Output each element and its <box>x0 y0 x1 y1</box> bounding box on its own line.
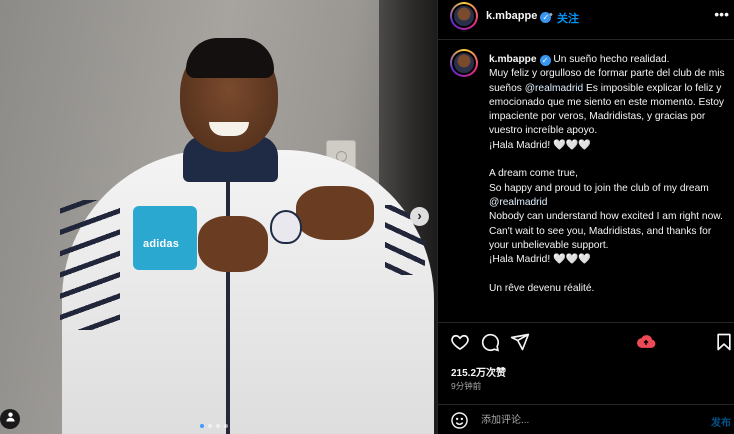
author-username[interactable]: k.mbappe ✓ <box>486 10 552 23</box>
post-timestamp: 9分钟前 <box>451 381 482 391</box>
carousel-next-button[interactable]: › <box>410 207 429 226</box>
share-icon[interactable] <box>510 332 532 354</box>
carousel-dot <box>216 424 220 428</box>
caption-line: Nobody can understand how excited I am r… <box>489 211 723 223</box>
carousel-dots <box>200 424 228 428</box>
photo-jacket-stripes-left <box>60 200 120 330</box>
caption-line: Can't wait to see you, Madridistas, and … <box>489 225 712 251</box>
mention-link[interactable]: @realmadrid <box>525 83 583 94</box>
photo-left-hand <box>198 216 268 272</box>
emoji-icon[interactable] <box>450 411 469 430</box>
likes-count[interactable]: 215.2万次赞 <box>451 364 506 379</box>
more-options-icon[interactable]: ••• <box>714 6 729 22</box>
caption-area: k.mbappe ✓ Un sueño hecho realidad. Muy f… <box>438 41 734 323</box>
caption-line: So happy and proud to join the club of m… <box>489 182 709 194</box>
caption-line: ¡Hala Madrid! 🤍🤍🤍 <box>489 254 592 266</box>
post-photo[interactable]: adidas › <box>0 0 437 434</box>
photo-right-hand <box>296 186 374 240</box>
caption-line: Un sueño hecho realidad. <box>553 54 670 65</box>
caption-text: k.mbappe ✓ Un sueño hecho realidad. Muy f… <box>489 53 725 296</box>
post-header: k.mbappe ✓ • 关注 ••• <box>438 0 734 40</box>
comment-icon[interactable] <box>480 332 502 354</box>
author-avatar[interactable] <box>450 2 478 30</box>
caption-author-avatar[interactable] <box>450 49 478 77</box>
user-tag-icon[interactable] <box>0 409 20 429</box>
caption-verified-badge-icon: ✓ <box>539 55 551 66</box>
comment-bar: 发布 <box>438 404 734 434</box>
action-bar <box>438 330 734 358</box>
caption-blank <box>489 267 725 281</box>
share-alert-icon[interactable] <box>636 332 658 354</box>
caption-line: Un rêve devenu réalité. <box>489 282 595 294</box>
heart-icon[interactable] <box>450 332 472 354</box>
caption-username[interactable]: k.mbappe <box>489 54 537 65</box>
bookmark-icon[interactable] <box>714 332 734 354</box>
photo-hair <box>186 38 274 78</box>
post-details-pane: k.mbappe ✓ • 关注 ••• k.mbappe ✓ Un sueño he… <box>437 0 734 434</box>
caption-blank <box>489 153 725 167</box>
carousel-dot <box>224 424 228 428</box>
header-separator: • <box>549 9 553 21</box>
mention-link[interactable]: @realmadrid <box>489 196 725 210</box>
follow-button[interactable]: 关注 <box>557 10 579 26</box>
author-username-text[interactable]: k.mbappe <box>486 10 537 22</box>
comment-input[interactable] <box>481 412 691 428</box>
post-comment-button[interactable]: 发布 <box>711 414 731 429</box>
carousel-dot <box>200 424 204 428</box>
caption-line: ¡Hala Madrid! 🤍🤍🤍 <box>489 139 592 151</box>
caption-line: A dream come true, <box>489 168 578 180</box>
carousel-dot <box>208 424 212 428</box>
photo-real-madrid-crest <box>270 210 302 244</box>
photo-adidas-logo: adidas <box>133 206 197 270</box>
